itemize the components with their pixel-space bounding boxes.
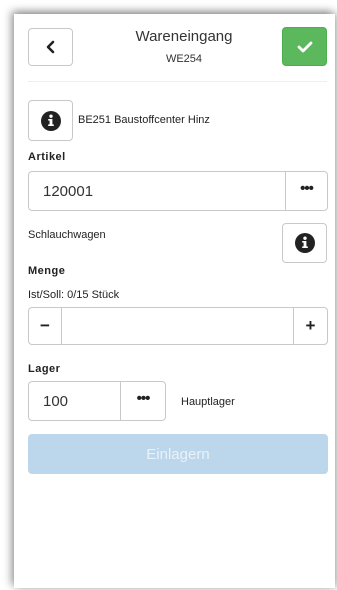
lager-input[interactable]: 100: [28, 381, 121, 421]
more-dots-icon: •••: [300, 179, 314, 197]
more-dots-icon: •••: [136, 389, 151, 407]
quantity-input[interactable]: [61, 307, 294, 345]
supplier-text: BE251 Baustoffcenter Hinz: [78, 114, 210, 126]
info-icon: [40, 110, 61, 131]
ist-soll-text: Ist/Soll: 0/15 Stück: [28, 289, 120, 301]
quantity-decrease-button[interactable]: −: [28, 307, 62, 345]
header-divider: [28, 81, 327, 82]
back-button[interactable]: [28, 28, 73, 66]
menge-label: Menge: [28, 265, 66, 277]
artikel-more-button[interactable]: •••: [285, 171, 328, 211]
lager-more-button[interactable]: •••: [120, 381, 166, 421]
confirm-button[interactable]: [282, 27, 327, 66]
artikel-info-button[interactable]: [282, 223, 327, 263]
page-subtitle: WE254: [165, 53, 203, 65]
info-icon: [294, 233, 315, 253]
quantity-increase-button[interactable]: +: [293, 307, 328, 345]
check-icon: [297, 41, 312, 52]
page-title: Wareneingang: [135, 28, 233, 45]
lager-label: Lager: [28, 363, 61, 375]
supplier-info-button[interactable]: [28, 100, 73, 141]
plus-icon: +: [305, 316, 316, 335]
artikel-label: Artikel: [28, 151, 66, 163]
einlagern-button[interactable]: Einlagern: [28, 434, 328, 474]
artikel-input[interactable]: 120001: [28, 171, 286, 211]
minus-icon: −: [40, 316, 50, 335]
chevron-left-icon: [46, 40, 54, 54]
lager-name: Hauptlager: [181, 396, 235, 408]
artikel-description: Schlauchwagen: [28, 229, 106, 241]
app-frame: Wareneingang WE254 BE251 Baustoffcenter …: [14, 14, 335, 588]
